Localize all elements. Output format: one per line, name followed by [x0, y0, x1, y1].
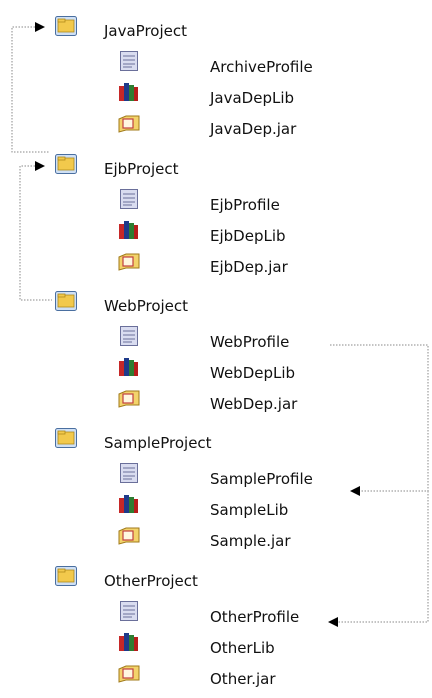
lib-label: SampleLib — [210, 501, 289, 519]
connector-webprofile-to-sampleprofile — [330, 344, 429, 492]
project-folder-icon — [55, 16, 77, 36]
project-folder-icon — [55, 566, 77, 586]
profile-icon — [118, 601, 140, 621]
lib-label: OtherLib — [210, 639, 275, 657]
project-folder-icon — [55, 154, 77, 174]
jar-label: EjbDep.jar — [210, 258, 288, 276]
arrowhead-otherprofile — [328, 617, 338, 627]
jar-label: JavaDep.jar — [210, 120, 297, 138]
jar-label: Sample.jar — [210, 532, 291, 550]
jar-icon — [118, 251, 140, 271]
project-label: SampleProject — [104, 434, 212, 452]
arrowhead-java — [35, 22, 45, 32]
profile-icon — [118, 189, 140, 209]
connector-java-to-ejb — [11, 26, 50, 153]
profile-icon — [118, 51, 140, 71]
jar-icon — [118, 388, 140, 408]
jar-label: Other.jar — [210, 670, 276, 688]
profile-label: SampleProfile — [210, 470, 313, 488]
project-label: JavaProject — [104, 22, 188, 40]
lib-label: EjbDepLib — [210, 227, 286, 245]
arrowhead-sampleprofile — [350, 486, 360, 496]
connector-webprofile-to-otherprofile — [338, 491, 429, 623]
project-label: WebProject — [104, 297, 189, 315]
project-folder-icon — [55, 428, 77, 448]
library-icon — [118, 82, 140, 102]
project-label: EjbProject — [104, 160, 179, 178]
project-label: OtherProject — [104, 572, 198, 590]
profile-label: OtherProfile — [210, 608, 300, 626]
profile-icon — [118, 463, 140, 483]
profile-label: WebProfile — [210, 333, 290, 351]
lib-label: WebDepLib — [210, 364, 296, 382]
library-icon — [118, 494, 140, 514]
project-folder-icon — [55, 291, 77, 311]
profile-icon — [118, 326, 140, 346]
profile-label: EjbProfile — [210, 196, 280, 214]
connector-ejb-to-web — [19, 165, 52, 301]
library-icon — [118, 357, 140, 377]
project-dependency-diagram: JavaProject ArchiveProfile JavaDepLib Ja… — [0, 0, 432, 698]
profile-label: ArchiveProfile — [210, 58, 313, 76]
library-icon — [118, 632, 140, 652]
library-icon — [118, 220, 140, 240]
jar-icon — [118, 525, 140, 545]
jar-icon — [118, 663, 140, 683]
jar-icon — [118, 113, 140, 133]
jar-label: WebDep.jar — [210, 395, 298, 413]
lib-label: JavaDepLib — [210, 89, 295, 107]
arrowhead-ejb — [35, 161, 45, 171]
